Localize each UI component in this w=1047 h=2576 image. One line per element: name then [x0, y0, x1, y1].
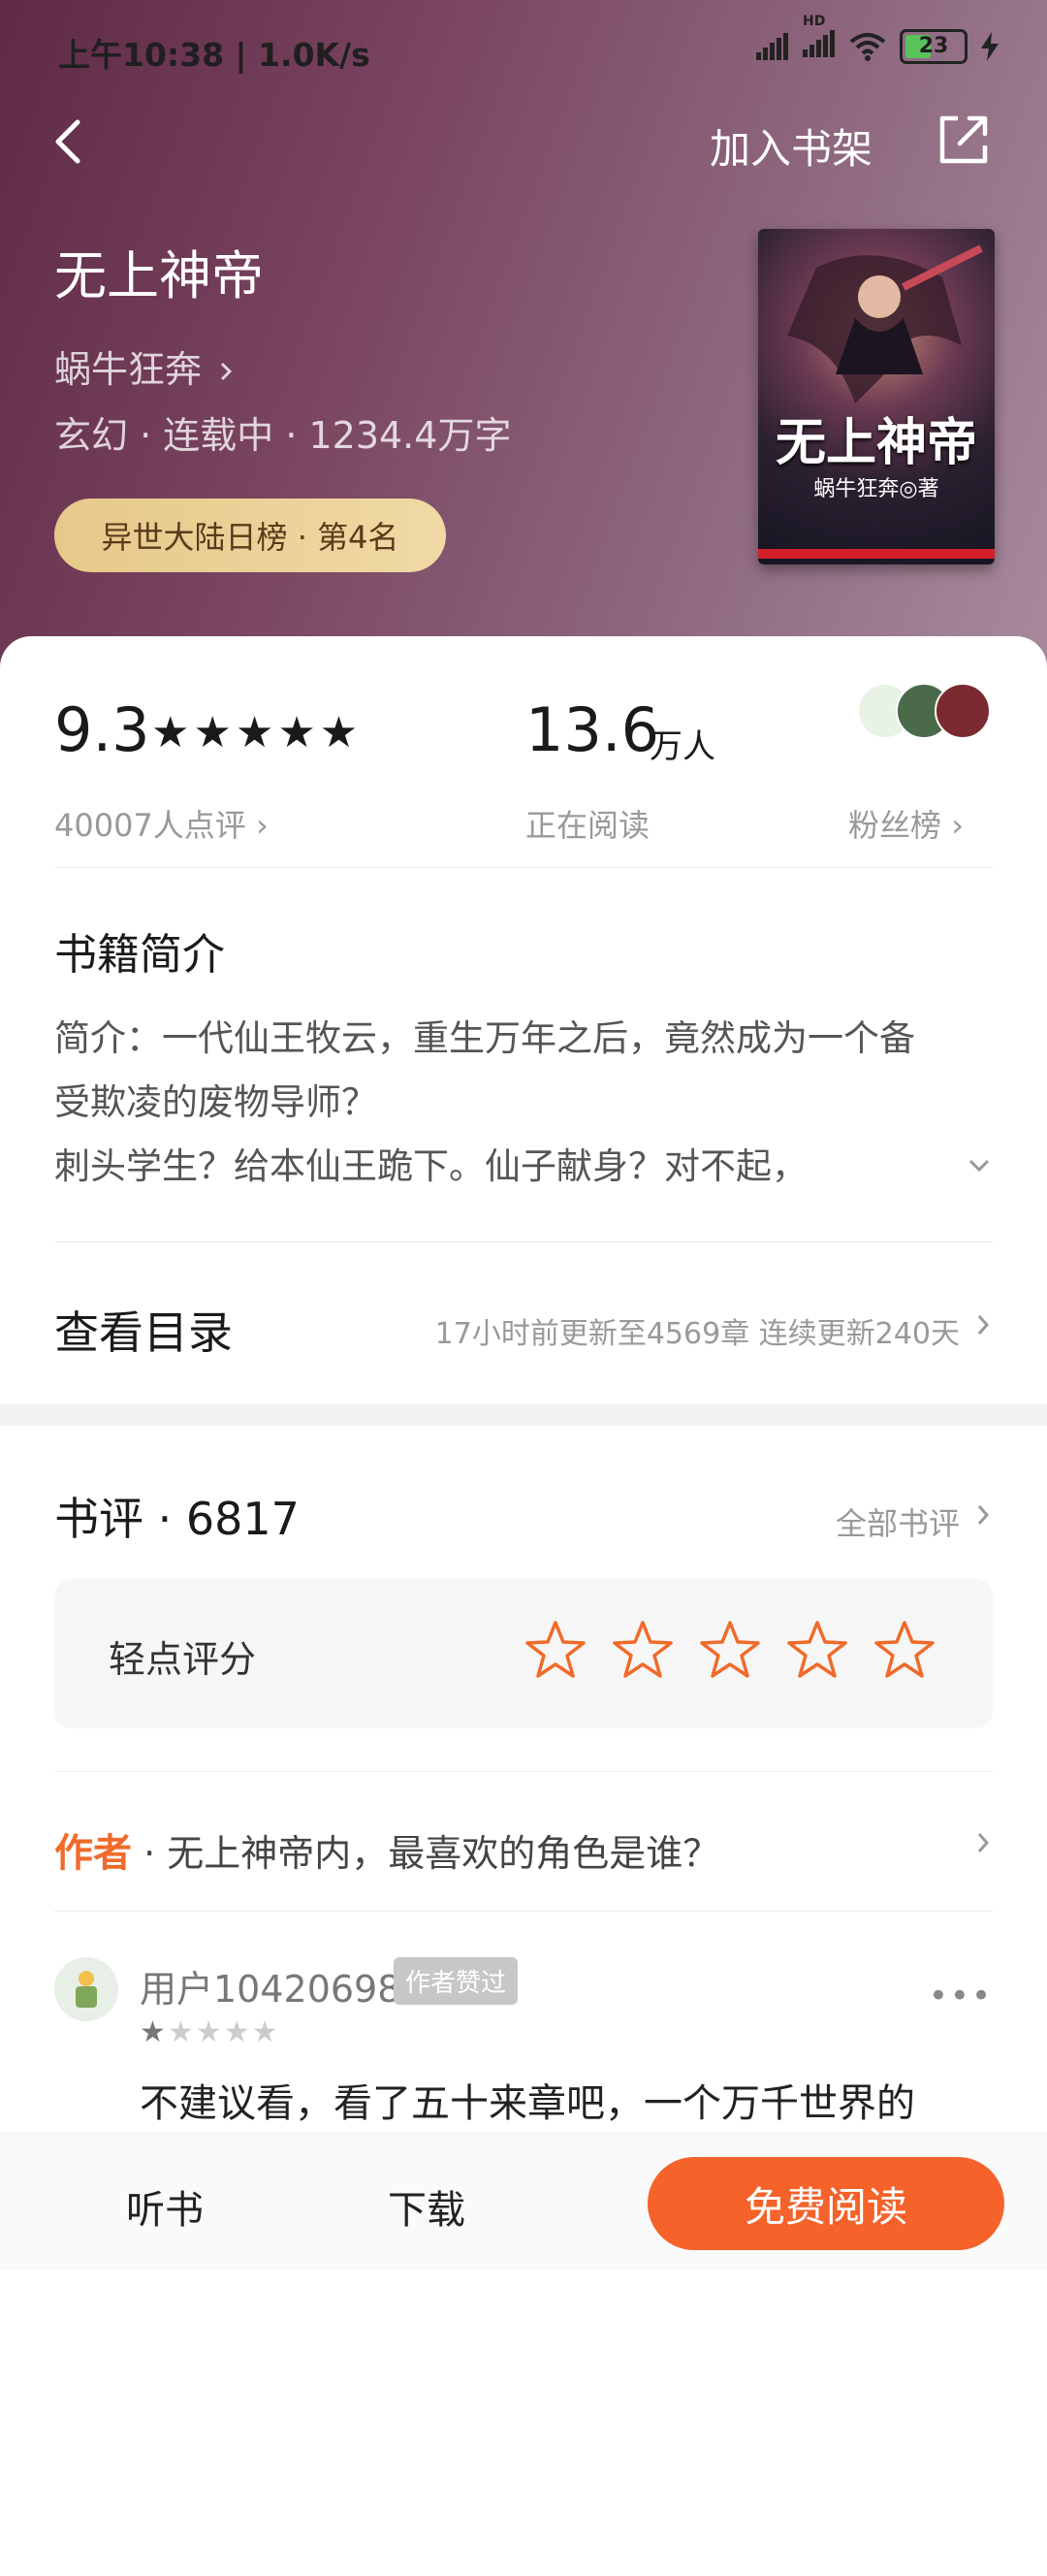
download-button[interactable]: 下载	[388, 2178, 465, 2235]
book-cover: 无上神帝 蜗牛狂奔◎著	[758, 229, 995, 564]
rate-stars	[524, 1618, 936, 1682]
cover-title: 无上神帝	[775, 413, 977, 472]
chevron-right-icon	[977, 1315, 990, 1335]
intro-line: 受欺凌的废物导师？	[54, 1081, 377, 1123]
review-stars: ★★★★★	[140, 2015, 279, 2049]
rating-count-link[interactable]: 40007人点评 ›	[54, 801, 269, 846]
fans-label: 粉丝榜	[848, 807, 942, 844]
listen-button[interactable]: 听书	[126, 2178, 204, 2235]
add-to-shelf-button[interactable]: 加入书架	[710, 116, 872, 176]
signal-hd-icon	[803, 30, 835, 57]
hd-label: HD	[803, 14, 826, 29]
cover-figure	[787, 244, 983, 403]
back-arrow-icon[interactable]	[48, 114, 97, 169]
fan-avatar	[935, 683, 991, 739]
divider	[54, 1771, 993, 1772]
stats-row: 9.3 ★★★★★ 40007人点评 › 13.6 万人 正在阅读 粉丝榜 ›	[54, 683, 993, 844]
more-options-icon[interactable]: •••	[929, 1977, 993, 2015]
divider	[54, 1911, 993, 1912]
rate-label: 轻点评分	[109, 1638, 257, 1681]
review-username[interactable]: 用户10420698	[140, 1959, 400, 2012]
star-outline-icon[interactable]	[785, 1618, 849, 1682]
battery-level: 23	[918, 34, 949, 58]
intro-heading: 书籍简介	[54, 930, 225, 980]
question-tag: 作者	[54, 1831, 132, 1876]
hd-signal: HD	[803, 14, 836, 65]
bottom-action-bar: 听书 下载 免费阅读	[0, 2133, 1047, 2270]
readers-unit: 万人	[650, 727, 715, 766]
chevron-right-icon	[221, 362, 233, 381]
status-icons: HD 23	[756, 14, 999, 65]
readers-label: 正在阅读	[525, 807, 650, 844]
expand-chevron-icon[interactable]	[968, 1156, 991, 1175]
intro-line: 刺头学生？给本仙王跪下。仙子献身？对不起，	[54, 1145, 808, 1187]
star-outline-icon[interactable]	[698, 1618, 762, 1682]
cover-author: 蜗牛狂奔◎著	[813, 477, 939, 501]
free-read-button[interactable]: 免费阅读	[648, 2157, 1004, 2250]
avatar-image	[76, 1971, 97, 2008]
intro-text[interactable]: 简介：一代仙王牧云，重生万年之后，竟然成为一个备 受欺凌的废物导师？ 刺头学生？…	[54, 1007, 993, 1199]
divider	[54, 1241, 993, 1242]
review-item: 用户10420698 作者赞过 ••• ★★★★★ 不建议看，看了五十来章吧，一…	[54, 1948, 993, 2141]
charging-icon	[981, 31, 999, 61]
author-liked-badge: 作者赞过	[394, 1957, 519, 2005]
battery-icon: 23	[900, 28, 968, 64]
chevron-right-icon	[977, 1505, 990, 1525]
score-stars: ★★★★★	[151, 708, 363, 757]
score-value: 9.3	[54, 694, 150, 765]
book-header: 上午10:38 | 1.0K/s HD 23 加入书架 无上神帝 蜗牛狂奔 玄幻…	[0, 0, 1047, 679]
star-outline-icon[interactable]	[611, 1618, 675, 1682]
star-outline-icon[interactable]	[524, 1618, 587, 1682]
author-link[interactable]: 蜗牛狂奔	[54, 339, 233, 393]
top-nav: 加入书架	[0, 107, 1047, 175]
reviews-title: 书评 · 6817	[54, 1493, 300, 1545]
star-outline-icon[interactable]	[872, 1618, 936, 1682]
cover-bar	[758, 549, 995, 559]
divider	[54, 867, 993, 868]
signal-icon	[756, 32, 788, 60]
rate-box: 轻点评分	[54, 1579, 993, 1728]
rating-count-text: 40007人点评	[54, 807, 246, 844]
author-question[interactable]: 作者 · 无上神帝内，最喜欢的角色是谁？	[54, 1821, 719, 1878]
fans-rank-link[interactable]: 粉丝榜 ›	[848, 801, 964, 846]
readers-value: 13.6	[525, 694, 660, 765]
book-meta: 玄幻 · 连载中 · 1234.4万字	[54, 414, 512, 457]
book-title: 无上神帝	[54, 245, 264, 306]
intro-line: 简介：一代仙王牧云，重生万年之后，竟然成为一个备	[54, 1017, 915, 1059]
question-text: · 无上神帝内，最喜欢的角色是谁？	[132, 1832, 720, 1875]
status-time: 上午10:38 | 1.0K/s	[58, 36, 370, 74]
review-star-off: ★★★★	[167, 2015, 280, 2049]
catalog-info[interactable]: 17小时前更新至4569章 连续更新240天	[435, 1309, 960, 1352]
review-star-on: ★	[140, 2015, 168, 2049]
status-bar: 上午10:38 | 1.0K/s HD 23	[58, 14, 999, 76]
wifi-icon	[849, 32, 886, 61]
review-text[interactable]: 不建议看，看了五十来章吧，一个万千世界的	[140, 2072, 915, 2128]
avatar[interactable]	[54, 1957, 118, 2021]
all-reviews-link[interactable]: 全部书评	[836, 1499, 960, 1544]
catalog-label[interactable]: 查看目录	[54, 1298, 233, 1362]
section-separator	[0, 1404, 1047, 1426]
author-name: 蜗牛狂奔	[54, 348, 203, 391]
share-icon[interactable]	[936, 113, 991, 167]
rank-badge[interactable]: 异世大陆日榜 · 第4名	[54, 499, 446, 572]
chevron-right-icon	[977, 1833, 990, 1852]
fan-avatars[interactable]	[857, 683, 993, 741]
